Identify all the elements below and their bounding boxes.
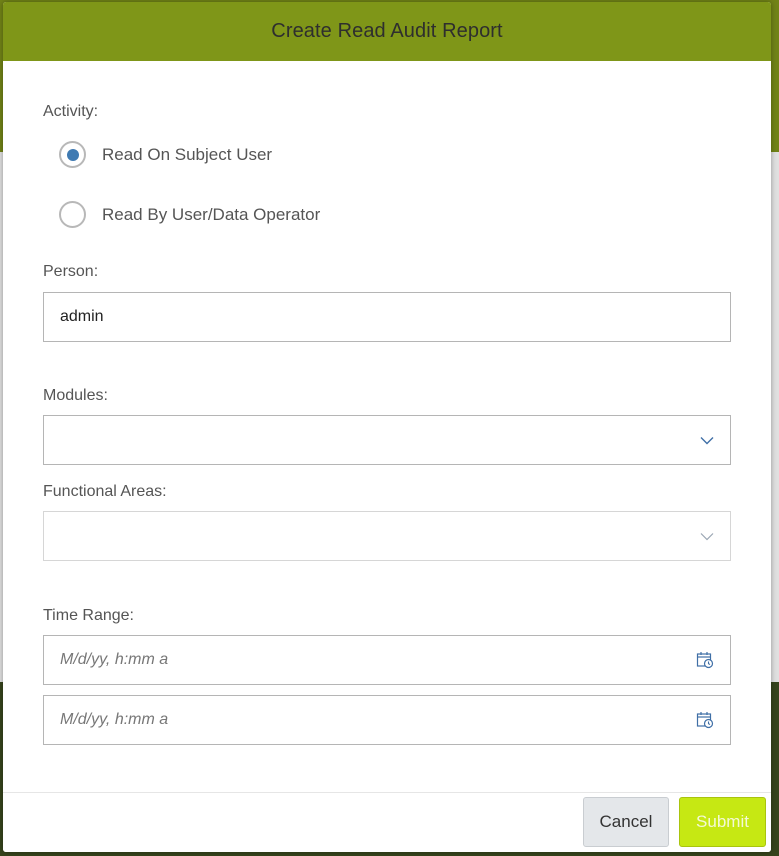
person-input[interactable] bbox=[60, 308, 714, 326]
functional-areas-dropdown[interactable] bbox=[43, 511, 731, 561]
dialog-footer: Cancel Submit bbox=[3, 792, 771, 852]
radio-dot bbox=[66, 148, 79, 161]
modules-select[interactable] bbox=[60, 431, 700, 449]
person-field[interactable] bbox=[43, 292, 731, 342]
radio-read-on-subject-user[interactable]: Read On Subject User bbox=[59, 141, 272, 168]
modules-label: Modules: bbox=[43, 387, 108, 404]
dialog-header: Create Read Audit Report bbox=[3, 2, 771, 61]
time-range-label: Time Range: bbox=[43, 607, 134, 624]
radio-label-read-on-subject-user: Read On Subject User bbox=[102, 144, 273, 164]
create-read-audit-report-dialog: Create Read Audit Report Activity: Read … bbox=[3, 2, 771, 852]
time-range-start-input[interactable] bbox=[60, 651, 696, 669]
modules-dropdown[interactable] bbox=[43, 415, 731, 465]
activity-label: Activity: bbox=[43, 103, 99, 120]
radio-button-unchecked[interactable] bbox=[59, 201, 86, 228]
time-range-end-input[interactable] bbox=[60, 711, 696, 729]
calendar-clock-icon[interactable] bbox=[696, 711, 714, 729]
chevron-down-icon[interactable] bbox=[700, 433, 714, 447]
functional-areas-label: Functional Areas: bbox=[43, 483, 167, 500]
radio-button-checked[interactable] bbox=[59, 141, 86, 168]
cancel-button[interactable]: Cancel bbox=[583, 797, 669, 847]
calendar-clock-icon[interactable] bbox=[696, 651, 714, 669]
functional-areas-select[interactable] bbox=[60, 527, 700, 545]
radio-read-by-user-data-operator[interactable]: Read By User/Data Operator bbox=[59, 201, 320, 228]
time-range-end-field[interactable] bbox=[43, 695, 731, 745]
submit-button[interactable]: Submit bbox=[679, 797, 766, 847]
time-range-start-field[interactable] bbox=[43, 635, 731, 685]
radio-label-read-by-user-data-operator: Read By User/Data Operator bbox=[102, 204, 321, 224]
chevron-down-icon[interactable] bbox=[700, 529, 714, 543]
person-label: Person: bbox=[43, 263, 99, 280]
dialog-title: Create Read Audit Report bbox=[271, 20, 503, 42]
